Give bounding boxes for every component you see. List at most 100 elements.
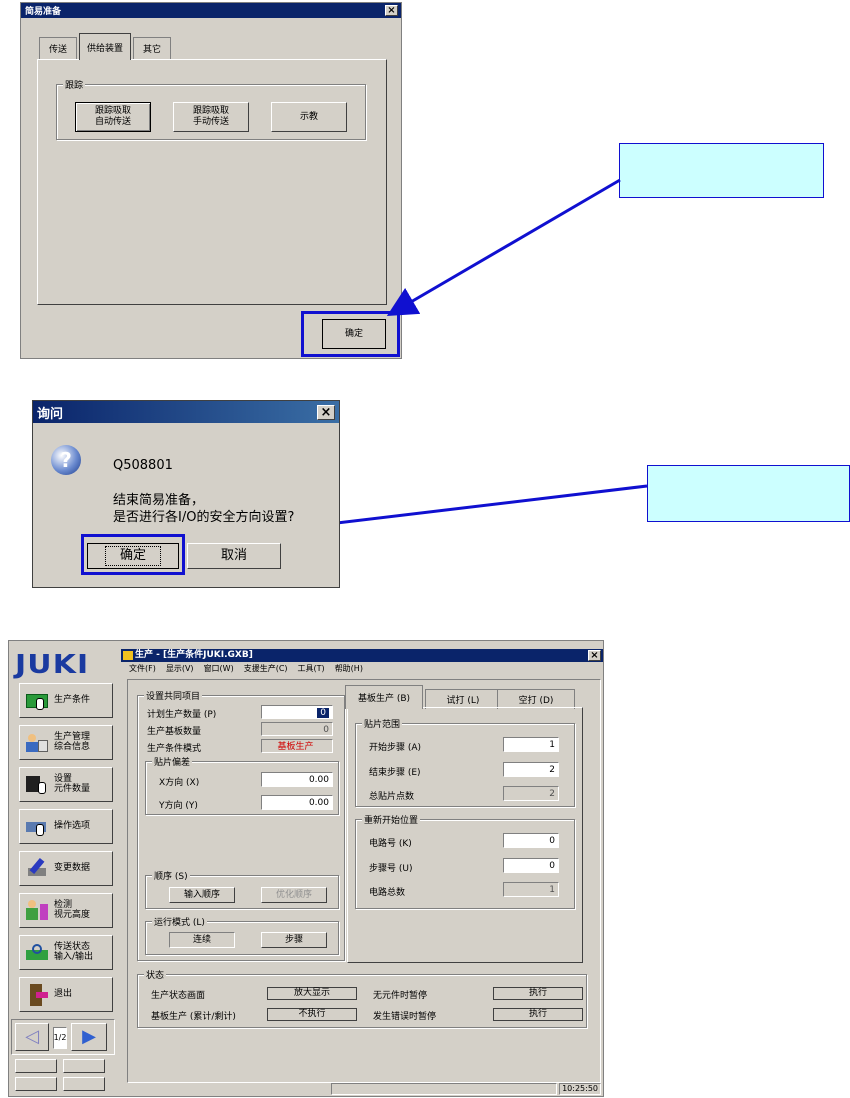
sidebar-item-transfer-io[interactable]: 传送状态 输入/输出 <box>19 935 113 970</box>
y-offset-label: Y方向 (Y) <box>159 801 198 811</box>
arrow-right-icon: ▶ <box>82 1026 96 1048</box>
sidebar-label: 设置 <box>54 773 73 784</box>
tab-label: 试打 (L) <box>446 696 480 706</box>
status-label: 生产状态画面 <box>151 991 206 1001</box>
total-points-label: 总贴片点数 <box>369 792 415 802</box>
menu-tools[interactable]: 工具(T) <box>298 663 325 675</box>
sidebar-label: 检测 <box>54 899 73 910</box>
clock-text: 10:25:50 <box>562 1084 598 1093</box>
clock: 10:25:50 <box>559 1083 601 1095</box>
close-icon: × <box>590 649 599 661</box>
hand-option-icon <box>26 816 50 838</box>
edit-data-icon <box>26 857 50 880</box>
sidebar-item-height-check[interactable]: 检测 视元高度 <box>19 893 113 928</box>
sidebar-label: 传送状态 <box>54 941 91 952</box>
x-offset-label: X方向 (X) <box>159 778 200 788</box>
sidebar-item-production-management[interactable]: 生产管理 综合信息 <box>19 725 113 760</box>
message-code: Q508801 <box>113 458 173 473</box>
sidebar: JUKI 生产条件 生产管理 综合信息 设置 元件数量 操作选项 变更数据 检测 视元… <box>9 641 119 1096</box>
group-title: 设置共同项目 <box>144 689 203 702</box>
menu-support[interactable]: 支援生产(C) <box>244 663 288 675</box>
group-title: 贴片偏差 <box>152 755 193 768</box>
page-indicator: 1/2 <box>53 1027 67 1049</box>
main-close-button[interactable]: × <box>588 650 601 661</box>
logo-text: JUKI <box>15 650 90 680</box>
app-icon <box>123 651 133 660</box>
close-icon: × <box>320 405 332 420</box>
menu-view[interactable]: 显示(V) <box>166 663 194 675</box>
start-step-input[interactable]: 1 <box>503 737 559 752</box>
circuit-number-input[interactable]: 0 <box>503 833 559 848</box>
height-check-icon <box>26 899 50 922</box>
sidebar-item-operation-options[interactable]: 操作选项 <box>19 809 113 844</box>
status-bar-panel <box>331 1083 557 1095</box>
step-mode-button[interactable]: 步骤 <box>261 932 327 948</box>
circuit-total-label: 电路总数 <box>369 888 406 898</box>
highlight-box <box>81 534 185 575</box>
group-title: 贴片范围 <box>362 717 403 730</box>
production-icon <box>26 690 50 712</box>
message-line-2: 是否进行各I/O的安全方向设置? <box>113 510 295 525</box>
blank-slot <box>63 1077 105 1091</box>
tab-label: 空打 (D) <box>518 696 554 706</box>
main-title-bar: 生产 - [生产条件JUKI.GXB] <box>121 649 603 662</box>
arrow-left-icon: ◁ <box>25 1026 39 1048</box>
exit-door-icon <box>26 983 50 1006</box>
x-offset-input[interactable]: 0.00 <box>261 772 333 787</box>
close-button[interactable]: × <box>317 405 335 420</box>
io-status-icon <box>26 942 50 964</box>
status-value: 执行 <box>493 987 583 1000</box>
sidebar-label: 变更数据 <box>54 862 91 873</box>
group-title: 状态 <box>144 968 167 981</box>
button-label: 输入顺序 <box>183 889 220 900</box>
dialog-title: 询问 <box>37 406 64 422</box>
button-label: 优化顺序 <box>275 889 312 900</box>
y-offset-input[interactable]: 0.00 <box>261 795 333 810</box>
optimize-order-button[interactable]: 优化顺序 <box>261 887 327 903</box>
status-label: 发生错误时暂停 <box>373 1012 437 1022</box>
sidebar-label: 操作选项 <box>54 820 91 831</box>
continuous-mode-button[interactable]: 连续 <box>169 932 235 948</box>
next-page-button[interactable]: ▶ <box>71 1023 107 1051</box>
end-step-label: 结束步骤 (E) <box>369 768 421 778</box>
page-indicator-text: 1/2 <box>53 1033 67 1043</box>
produced-boards-value: 0 <box>261 722 333 736</box>
status-label: 基板生产 (累计/剩计) <box>151 1012 236 1022</box>
step-number-input[interactable]: 0 <box>503 858 559 873</box>
juki-logo: JUKI <box>15 651 125 679</box>
sidebar-item-production-conditions[interactable]: 生产条件 <box>19 683 113 718</box>
end-step-input[interactable]: 2 <box>503 762 559 777</box>
planned-quantity-input[interactable]: 0 <box>261 705 333 719</box>
cancel-button[interactable]: 取消 <box>187 543 281 569</box>
inquiry-dialog: 询问 × ? Q508801 结束简易准备， 是否进行各I/O的安全方向设置? … <box>32 400 340 588</box>
menu-help[interactable]: 帮助(H) <box>335 663 363 675</box>
sidebar-label: 生产管理 <box>54 731 91 742</box>
management-icon <box>26 732 50 754</box>
circuit-total-value: 1 <box>503 882 559 897</box>
tab-trial[interactable]: 试打 (L) <box>425 689 501 709</box>
sidebar-item-exit[interactable]: 退出 <box>19 977 113 1012</box>
question-icon: ? <box>51 445 81 475</box>
menu-file[interactable]: 文件(F) <box>129 663 156 675</box>
produced-boards-label: 生产基板数量 <box>147 727 202 737</box>
tab-label: 供给装置 <box>86 43 123 54</box>
status-label: 无元件时暂停 <box>373 991 428 1001</box>
sidebar-item-change-data[interactable]: 变更数据 <box>19 851 113 886</box>
group-title: 重新开始位置 <box>362 813 421 826</box>
production-mode-label: 生产条件模式 <box>147 744 202 754</box>
tab-feeder[interactable]: 供给装置 <box>79 33 131 60</box>
tab-board-production[interactable]: 基板生产 (B) <box>345 685 423 709</box>
prev-page-button[interactable]: ◁ <box>15 1023 49 1051</box>
app-window: JUKI 生产条件 生产管理 综合信息 设置 元件数量 操作选项 变更数据 检测 视元… <box>8 640 604 1097</box>
step-number-label: 步骤号 (U) <box>369 864 413 874</box>
menu-window[interactable]: 窗口(W) <box>204 663 234 675</box>
sidebar-label: 综合信息 <box>54 741 91 752</box>
main-title: 生产 - [生产条件JUKI.GXB] <box>135 650 253 660</box>
button-label: 步骤 <box>284 934 303 945</box>
group-title: 顺序 (S) <box>152 869 190 882</box>
input-order-button[interactable]: 输入顺序 <box>169 887 235 903</box>
tab-dry-run[interactable]: 空打 (D) <box>497 689 575 709</box>
total-points-value: 2 <box>503 786 559 801</box>
button-label: 连续 <box>192 934 211 945</box>
sidebar-item-parts-count[interactable]: 设置 元件数量 <box>19 767 113 802</box>
